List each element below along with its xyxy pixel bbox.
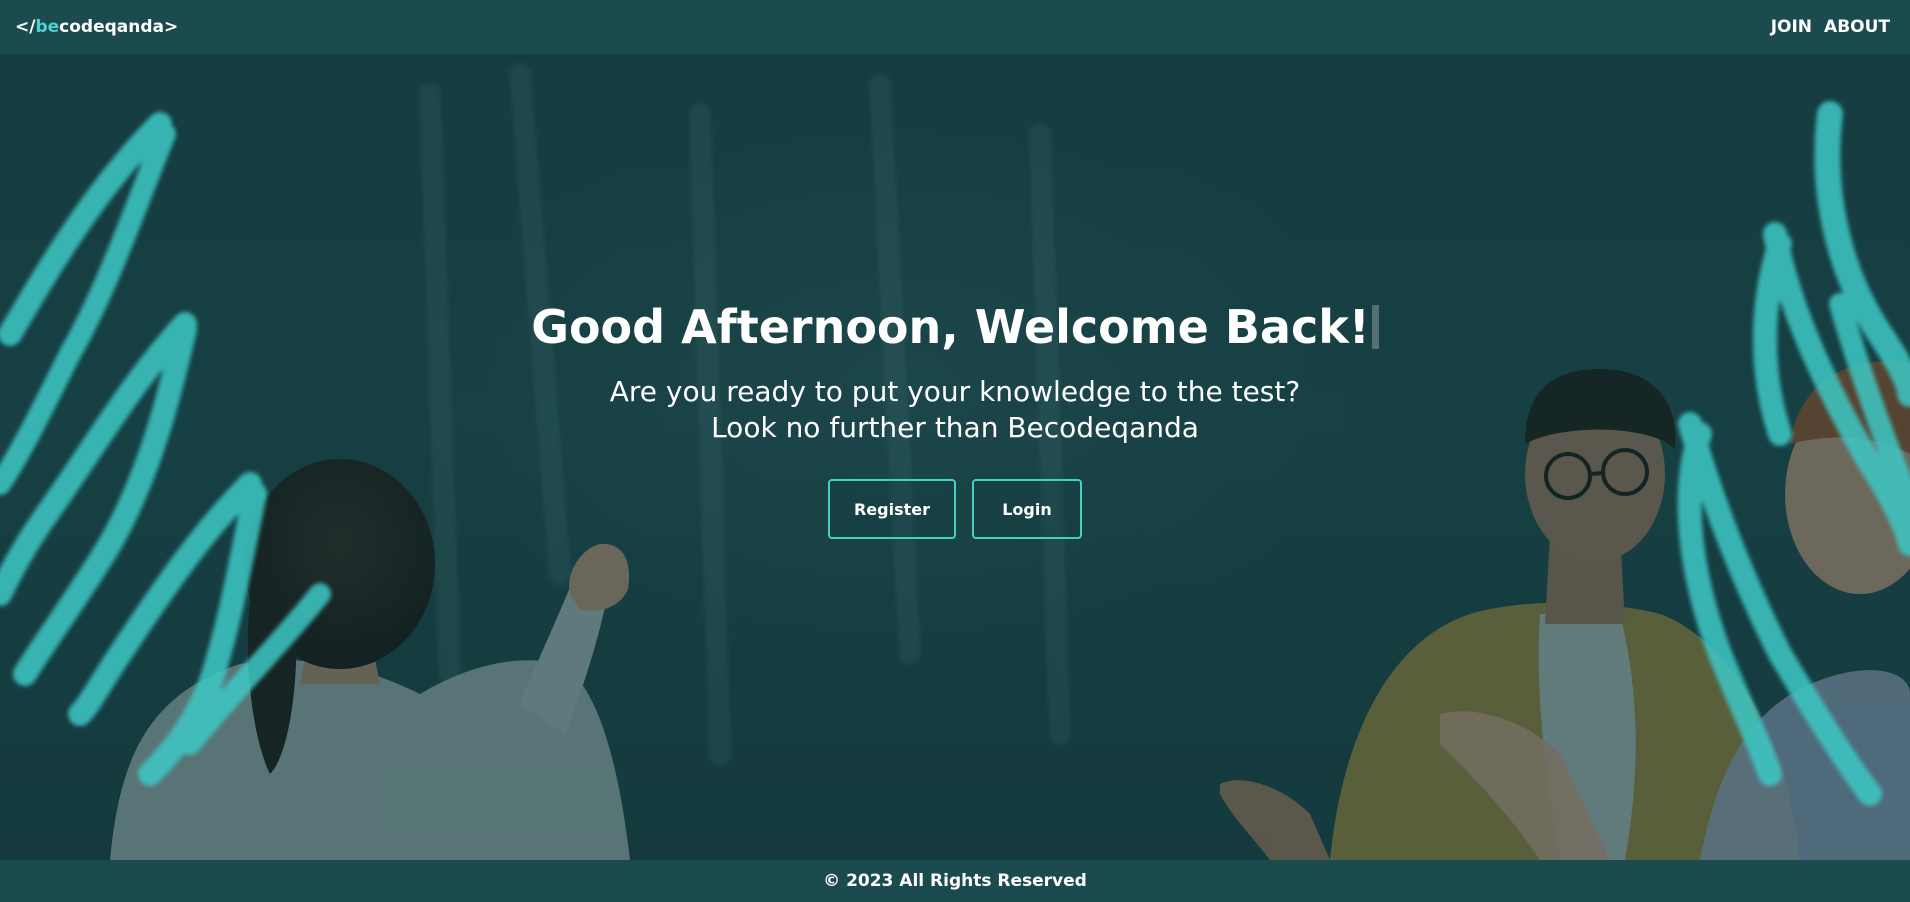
hero-subtitle-line-2: Look no further than Becodeqanda (711, 411, 1199, 444)
main-nav: JOIN ABOUT (1771, 17, 1890, 37)
hero-content: Good Afternoon, Welcome Back! Are you re… (0, 54, 1910, 860)
logo-suffix: codeqanda> (59, 17, 179, 37)
page: </becodeqanda> JOIN ABOUT Good Afternoon… (0, 0, 1910, 902)
welcome-headline-text: Good Afternoon, Welcome Back! (531, 300, 1370, 354)
logo-prefix: </ (15, 17, 36, 37)
hero-subtitle-line-1: Are you ready to put your knowledge to t… (609, 375, 1301, 408)
typing-cursor (1371, 305, 1379, 349)
login-button[interactable]: Login (972, 479, 1082, 539)
hero-buttons: Register Login (0, 479, 1910, 539)
hero-section: Good Afternoon, Welcome Back! Are you re… (0, 54, 1910, 860)
nav-join-link[interactable]: JOIN (1771, 17, 1812, 37)
footer: © 2023 All Rights Reserved (0, 860, 1910, 902)
nav-about-link[interactable]: ABOUT (1824, 17, 1890, 37)
top-navbar: </becodeqanda> JOIN ABOUT (0, 0, 1910, 54)
register-button[interactable]: Register (828, 479, 956, 539)
site-logo[interactable]: </becodeqanda> (15, 17, 178, 37)
welcome-headline: Good Afternoon, Welcome Back! (0, 300, 1910, 354)
logo-accent: be (35, 17, 60, 37)
copyright-text: © 2023 All Rights Reserved (823, 871, 1087, 891)
hero-subtitle: Are you ready to put your knowledge to t… (0, 374, 1910, 446)
